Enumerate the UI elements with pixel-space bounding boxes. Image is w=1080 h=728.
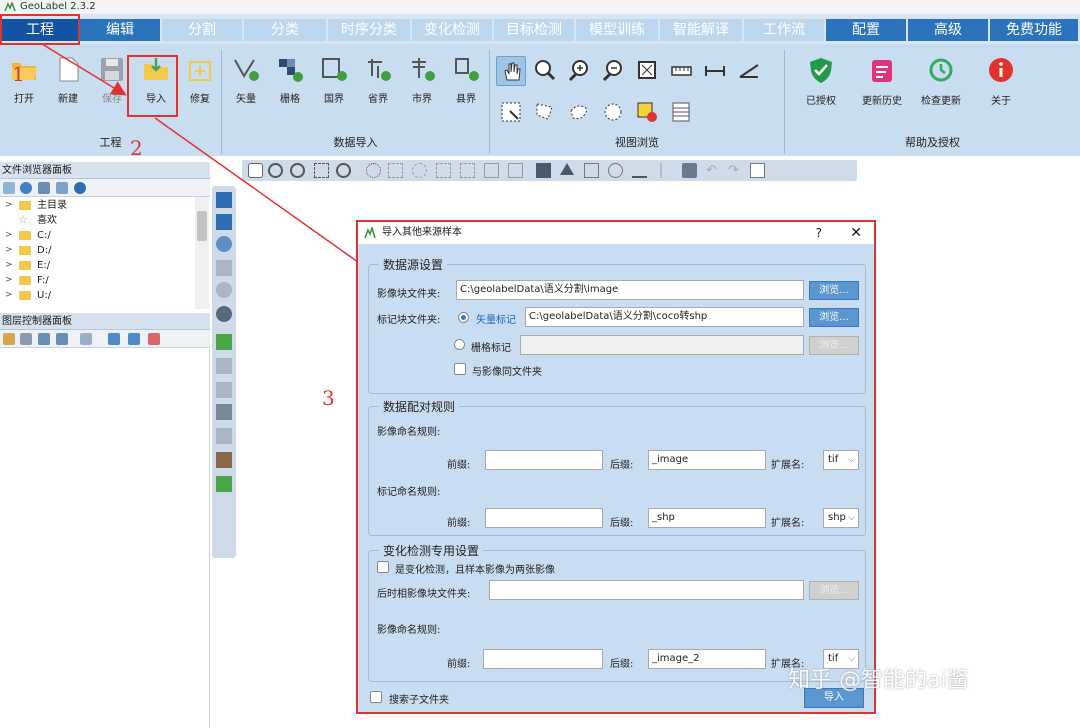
label-prefix-input[interactable] <box>485 508 603 528</box>
change-prefix-label: 前缀: <box>447 659 471 670</box>
annotation-number-1: 1 <box>12 62 25 86</box>
section-title: 数据配对规则 <box>379 398 460 415</box>
same-folder-label: 与影像同文件夹 <box>472 367 542 378</box>
dialog-title: 导入其他来源样本 <box>382 227 462 238</box>
image-prefix-input[interactable] <box>485 450 603 470</box>
same-folder-checkbox[interactable] <box>454 363 466 375</box>
change-prefix-input[interactable] <box>483 649 603 669</box>
close-button[interactable]: ✕ <box>850 222 862 244</box>
chevron-down-icon: ⌵ <box>848 455 855 465</box>
section-title: 数据源设置 <box>379 256 448 273</box>
browse-image-button[interactable]: 浏览... <box>809 281 859 300</box>
annotation-number-2: 2 <box>130 136 143 160</box>
import-samples-dialog: 导入其他来源样本 ? ✕ 数据源设置 影像块文件夹: C:\geolabelDa… <box>356 220 876 714</box>
later-folder-input[interactable] <box>489 580 804 600</box>
arrow-1 <box>41 43 127 96</box>
raster-label-text: 栅格标记 <box>471 343 511 354</box>
label-ext-select[interactable]: shp ⌵ <box>823 508 859 528</box>
change-image-rule-label: 影像命名规则: <box>377 625 441 636</box>
later-folder-label: 后时相影像块文件夹: <box>377 589 471 600</box>
vector-label-radio[interactable] <box>458 312 469 323</box>
arrow-2 <box>154 117 375 274</box>
annotation-number-3: 3 <box>322 386 335 410</box>
watermark: 知乎 @智能的ai酱 <box>788 668 969 693</box>
change-detection-label: 是变化检测，且样本影像为两张影像 <box>395 565 555 576</box>
chevron-down-icon: ⌵ <box>848 513 855 523</box>
label-folder-label: 标记块文件夹: <box>377 315 441 326</box>
change-detection-checkbox[interactable] <box>377 561 389 573</box>
label-prefix-label: 前缀: <box>447 518 471 529</box>
image-suffix-input[interactable]: _image <box>648 450 766 470</box>
image-folder-input[interactable]: C:\geolabelData\语义分割\image <box>456 280 804 300</box>
label-rule-label: 标记命名规则: <box>377 487 441 498</box>
browse-later-button[interactable]: 浏览... <box>809 581 859 600</box>
search-subfolders-label: 搜索子文件夹 <box>389 695 449 706</box>
image-rule-label: 影像命名规则: <box>377 427 441 438</box>
search-subfolders-checkbox[interactable] <box>370 691 382 703</box>
raster-label-input[interactable] <box>520 335 804 355</box>
app-logo-icon <box>364 227 376 239</box>
help-button[interactable]: ? <box>816 222 822 244</box>
section-title: 变化检测专用设置 <box>379 542 484 559</box>
section-data-source: 数据源设置 影像块文件夹: C:\geolabelData\语义分割\image… <box>368 256 866 394</box>
raster-label-radio[interactable] <box>454 339 465 350</box>
browse-vector-button[interactable]: 浏览... <box>809 308 859 327</box>
change-suffix-label: 后缀: <box>610 659 634 670</box>
change-suffix-input[interactable]: _image_2 <box>648 649 766 669</box>
vector-label-input[interactable]: C:\geolabelData\语义分割\coco转shp <box>525 307 804 327</box>
image-ext-select[interactable]: tif ⌵ <box>823 450 859 470</box>
browse-raster-button[interactable]: 浏览... <box>809 336 859 355</box>
image-ext-label: 扩展名: <box>771 460 805 471</box>
section-pairing-rules: 数据配对规则 影像命名规则: 前缀: 后缀: _image 扩展名: tif ⌵ … <box>368 398 866 536</box>
label-suffix-label: 后缀: <box>610 518 634 529</box>
label-suffix-input[interactable]: _shp <box>648 508 766 528</box>
label-ext-label: 扩展名: <box>771 518 805 529</box>
dialog-title-bar: 导入其他来源样本 ? ✕ <box>358 222 874 244</box>
vector-label-text: 矢量标记 <box>476 315 516 326</box>
image-suffix-label: 后缀: <box>610 460 634 471</box>
image-prefix-label: 前缀: <box>447 460 471 471</box>
image-folder-label: 影像块文件夹: <box>377 289 441 300</box>
